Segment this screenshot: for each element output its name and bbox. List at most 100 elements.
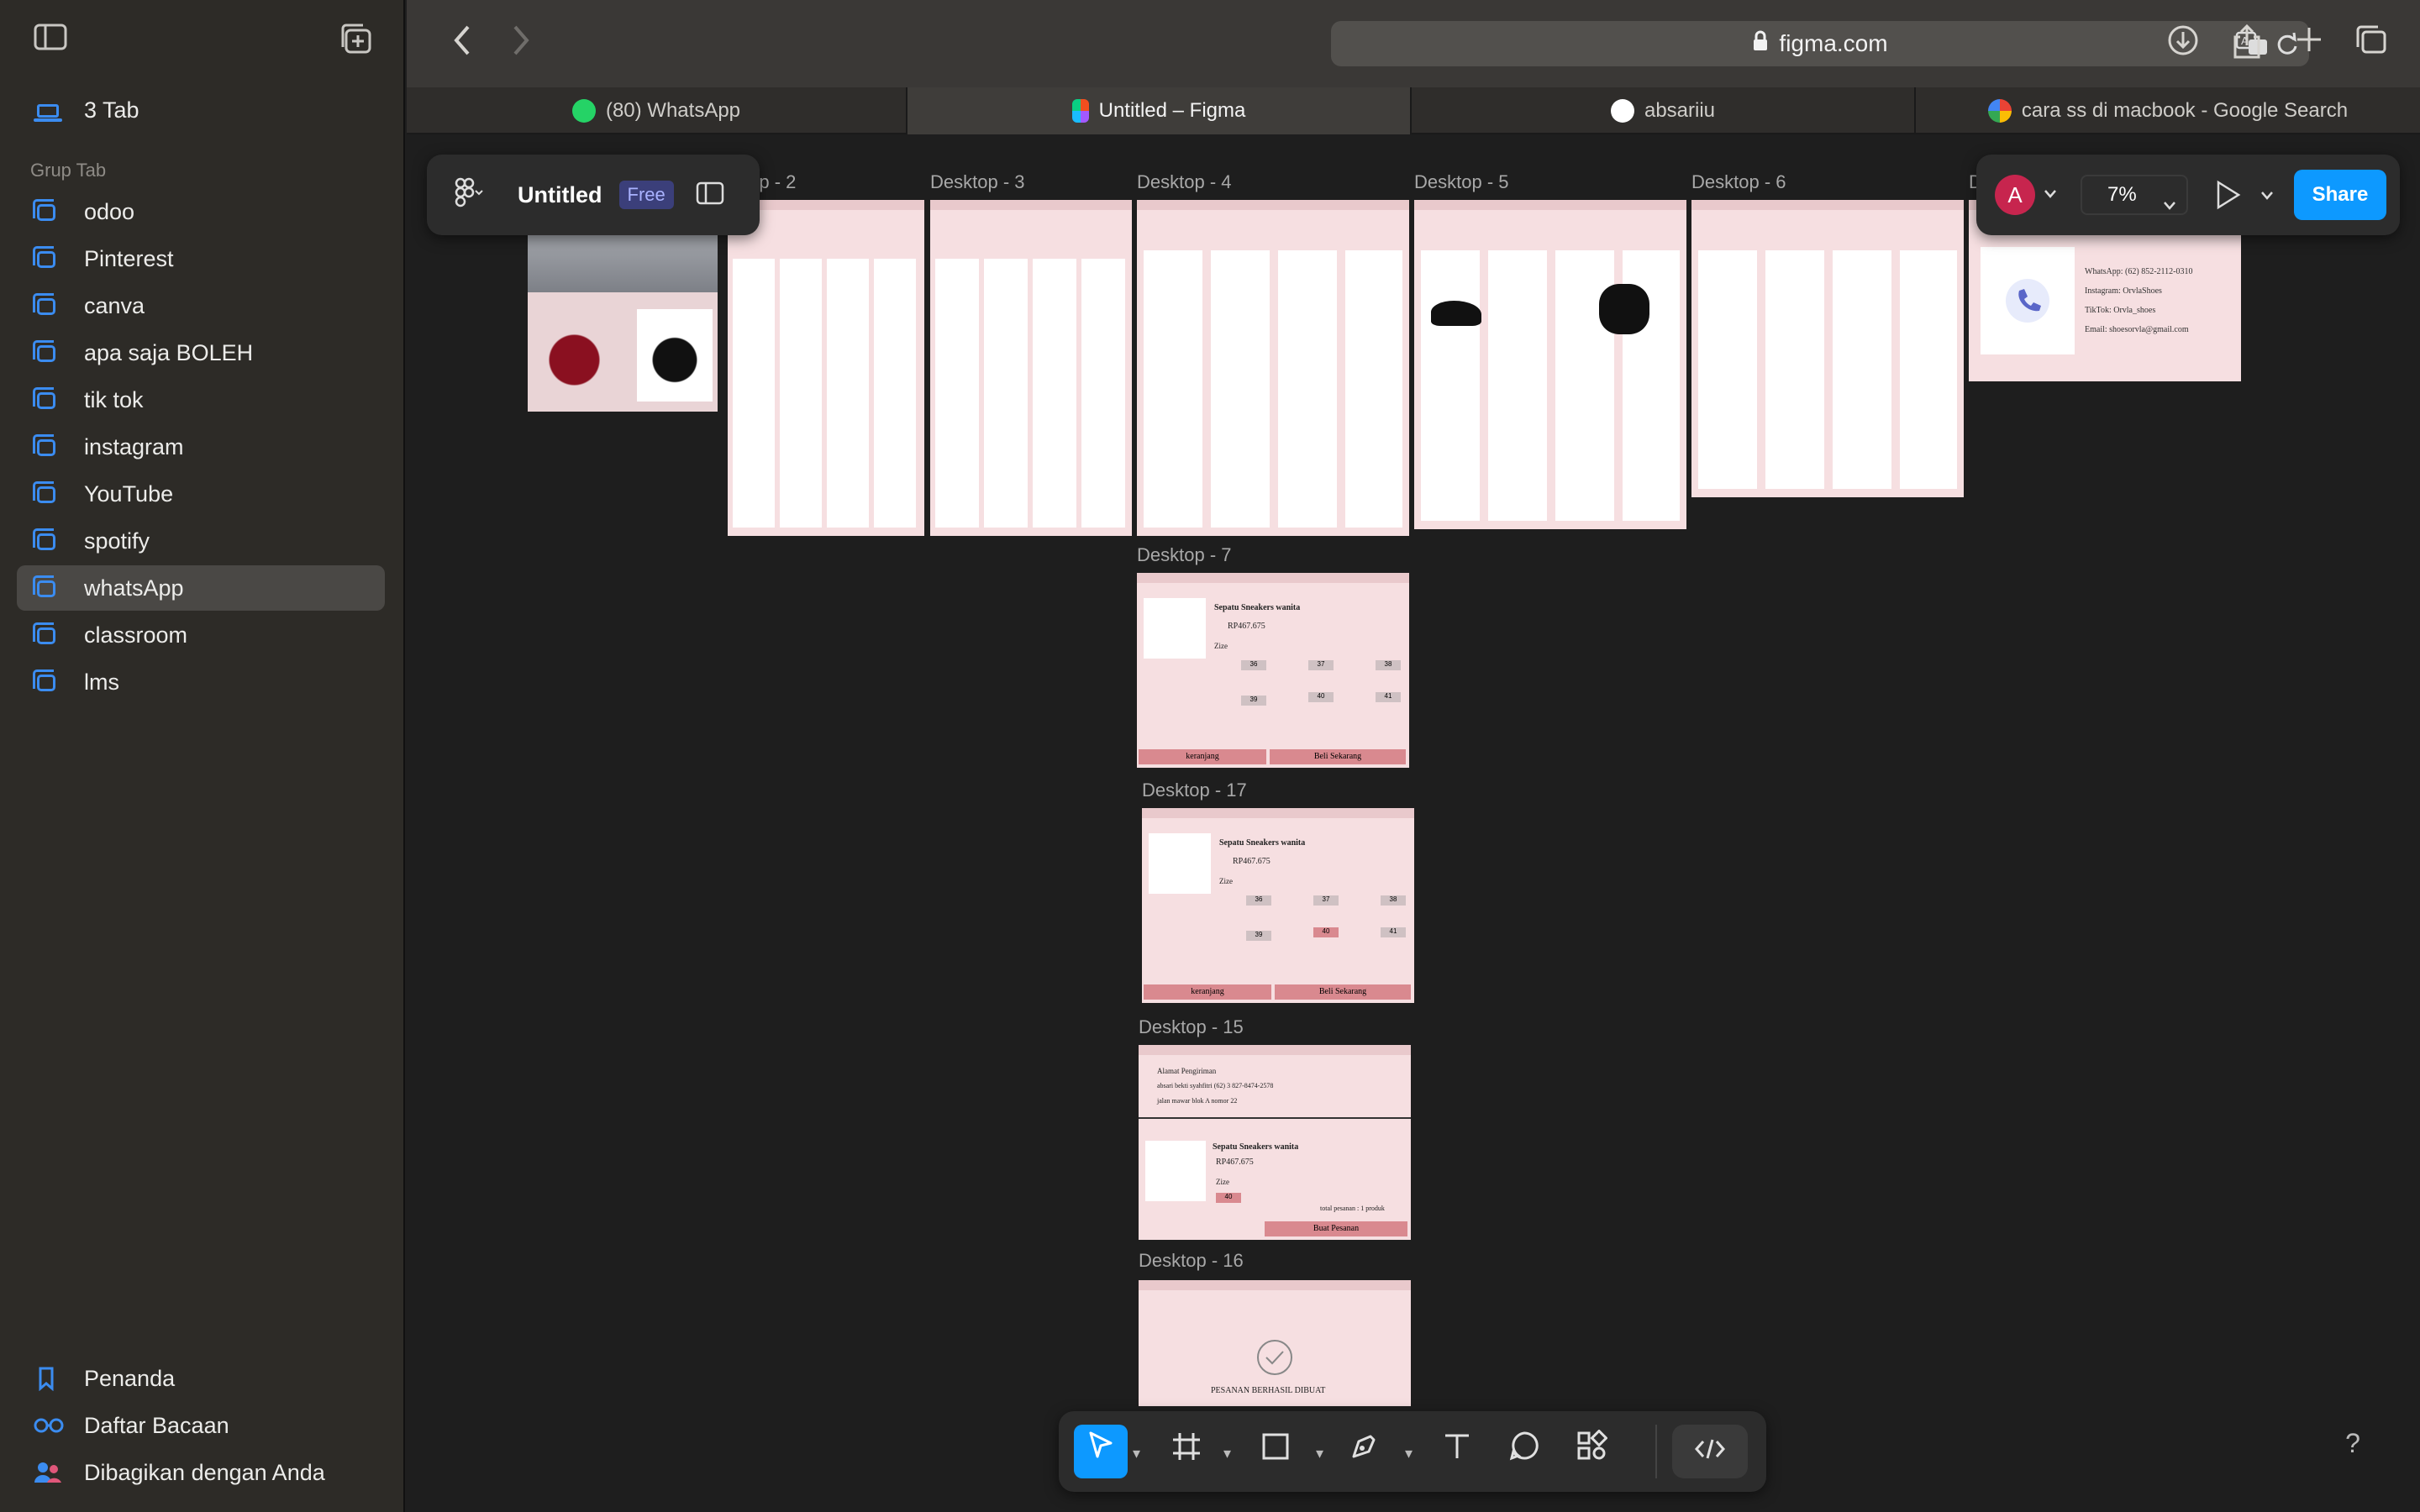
cart-button[interactable]: keranjang xyxy=(1144,984,1271,1000)
size-37[interactable]: 37 xyxy=(1313,895,1339,906)
sidebar-group-tiktok[interactable]: tik tok xyxy=(17,377,385,423)
user-avatar[interactable]: A xyxy=(1995,175,2035,215)
size-37[interactable]: 37 xyxy=(1308,660,1334,670)
product-price: RP467.675 xyxy=(1233,857,1270,866)
new-tab-button[interactable] xyxy=(2289,24,2329,64)
help-icon[interactable]: ? xyxy=(2336,1428,2370,1462)
chevron-down-icon[interactable]: ▾ xyxy=(1316,1445,1323,1462)
sidebar-reading-list[interactable]: Daftar Bacaan xyxy=(17,1403,385,1448)
sidebar-group-classroom[interactable]: classroom xyxy=(17,612,385,658)
contact-tiktok: TikTok: Orvla_shoes xyxy=(2085,306,2156,315)
frame-desktop-7[interactable]: Sepatu Sneakers wanita RP467.675 Zize 36… xyxy=(1137,573,1409,768)
tab-figma[interactable]: Untitled – Figma xyxy=(908,87,1412,134)
chevron-down-icon[interactable] xyxy=(2260,190,2274,205)
buy-button[interactable]: Beli Sekarang xyxy=(1275,984,1411,1000)
figma-menu-icon[interactable] xyxy=(452,177,496,213)
chevron-down-icon[interactable] xyxy=(2044,188,2057,203)
buy-button[interactable]: Beli Sekarang xyxy=(1270,749,1406,764)
tab-overview-button[interactable] xyxy=(2351,24,2391,64)
file-name[interactable]: Untitled xyxy=(518,182,602,208)
size-39[interactable]: 39 xyxy=(1241,696,1266,706)
tab-github[interactable]: absariiu xyxy=(1412,87,1916,134)
chevron-down-icon[interactable]: ▾ xyxy=(1405,1445,1413,1462)
rectangle-tool[interactable] xyxy=(1249,1425,1302,1478)
size-36[interactable]: 36 xyxy=(1241,660,1266,670)
frame-label[interactable]: Desktop - 7 xyxy=(1137,544,1232,566)
cart-button[interactable]: keranjang xyxy=(1139,749,1266,764)
sidebar-group-spotify[interactable]: spotify xyxy=(17,518,385,564)
sidebar-group-youtube[interactable]: YouTube xyxy=(17,471,385,517)
size-36[interactable]: 36 xyxy=(1246,895,1271,906)
panel-toggle-icon[interactable] xyxy=(696,181,724,209)
zoom-dropdown[interactable]: 7% xyxy=(2081,175,2188,215)
create-order-button[interactable]: Buat Pesanan xyxy=(1265,1221,1407,1236)
hero-shoe-black xyxy=(637,309,713,402)
size-38[interactable]: 38 xyxy=(1376,660,1401,670)
sidebar-group-lms[interactable]: lms xyxy=(17,659,385,705)
selected-size: 40 xyxy=(1216,1193,1241,1203)
sidebar-tabs-count[interactable]: 3 Tab xyxy=(17,87,385,133)
order-success-text: PESANAN BERHASIL DIBUAT xyxy=(1211,1386,1326,1395)
comment-tool[interactable] xyxy=(1497,1425,1551,1478)
downloads-button[interactable] xyxy=(2163,24,2203,64)
frame-desktop-2[interactable] xyxy=(728,200,924,536)
frame-desktop-6[interactable] xyxy=(1691,200,1964,497)
size-40[interactable]: 40 xyxy=(1308,692,1334,702)
frame-desktop-17[interactable]: Sepatu Sneakers wanita RP467.675 Zize 36… xyxy=(1142,808,1414,1003)
sidebar-bookmarks[interactable]: Penanda xyxy=(17,1356,385,1401)
tab-label: cara ss di macbook - Google Search xyxy=(2021,99,2349,122)
size-41[interactable]: 41 xyxy=(1381,927,1406,937)
move-tool[interactable] xyxy=(1074,1425,1128,1478)
frame-label[interactable]: Desktop - 16 xyxy=(1139,1250,1244,1272)
frame-desktop-5[interactable] xyxy=(1414,200,1686,529)
tab-group-icon xyxy=(33,575,59,601)
chevron-down-icon[interactable]: ▾ xyxy=(1133,1445,1140,1462)
sidebar-group-whatsapp[interactable]: whatsApp xyxy=(17,565,385,611)
sidebar-group-pinterest[interactable]: Pinterest xyxy=(17,236,385,281)
frame-desktop-4[interactable] xyxy=(1137,200,1409,536)
product-image xyxy=(1145,1141,1206,1201)
grid-sandals xyxy=(1698,250,1957,489)
resources-tool[interactable] xyxy=(1565,1425,1618,1478)
frame-label[interactable]: Desktop - 3 xyxy=(930,171,1025,193)
frame-label[interactable]: Desktop - 4 xyxy=(1137,171,1232,193)
tab-whatsapp[interactable]: (80) WhatsApp xyxy=(407,87,908,134)
chevron-down-icon[interactable]: ▾ xyxy=(1223,1445,1231,1462)
frame-desktop-15[interactable]: Alamat Pengiriman absari bekti syahfitri… xyxy=(1139,1045,1411,1240)
tab-groups-heading: Grup Tab xyxy=(30,160,107,181)
sidebar-shared-with-you[interactable]: Dibagikan dengan Anda xyxy=(17,1450,385,1495)
grid-women-shoes xyxy=(1144,250,1402,528)
frame-tool[interactable] xyxy=(1160,1425,1213,1478)
frame-desktop-16[interactable]: PESANAN BERHASIL DIBUAT xyxy=(1139,1280,1411,1406)
frame-label[interactable]: Desktop - 17 xyxy=(1142,780,1247,801)
size-39[interactable]: 39 xyxy=(1246,931,1271,941)
size-41[interactable]: 41 xyxy=(1376,692,1401,702)
pen-tool[interactable] xyxy=(1338,1425,1392,1478)
sidebar-group-apa-saja[interactable]: apa saja BOLEH xyxy=(17,330,385,375)
tab-google-search[interactable]: cara ss di macbook - Google Search xyxy=(1916,87,2420,134)
tab-label: Untitled – Figma xyxy=(1098,99,1246,122)
text-tool[interactable] xyxy=(1430,1425,1484,1478)
forward-button[interactable] xyxy=(501,24,541,64)
dev-mode-toggle[interactable] xyxy=(1672,1425,1748,1478)
frame-label[interactable]: Desktop - 15 xyxy=(1139,1016,1244,1038)
github-icon xyxy=(1610,99,1634,123)
sidebar-group-instagram[interactable]: instagram xyxy=(17,424,385,470)
share-button[interactable]: Share xyxy=(2294,170,2386,220)
sidebar-group-odoo[interactable]: odoo xyxy=(17,189,385,234)
share-page-button[interactable] xyxy=(2227,24,2267,64)
back-button[interactable] xyxy=(442,24,482,64)
size-40-selected[interactable]: 40 xyxy=(1313,927,1339,937)
new-tab-group-icon[interactable] xyxy=(338,24,375,57)
sidebar-group-canva[interactable]: canva xyxy=(17,283,385,328)
phone-icon xyxy=(1981,247,2075,354)
frame-desktop-3[interactable] xyxy=(930,200,1132,536)
frame-label[interactable]: Desktop - 5 xyxy=(1414,171,1509,193)
sidebar-toggle-icon[interactable] xyxy=(32,24,69,57)
reading-list-label: Daftar Bacaan xyxy=(84,1412,229,1438)
figma-canvas[interactable]: ktop - 2 Desktop - 3 Desktop - 4 Desktop… xyxy=(407,134,2420,1512)
group-label: Pinterest xyxy=(84,245,174,271)
size-38[interactable]: 38 xyxy=(1381,895,1406,906)
frame-label[interactable]: Desktop - 6 xyxy=(1691,171,1786,193)
play-icon[interactable] xyxy=(2215,180,2242,214)
